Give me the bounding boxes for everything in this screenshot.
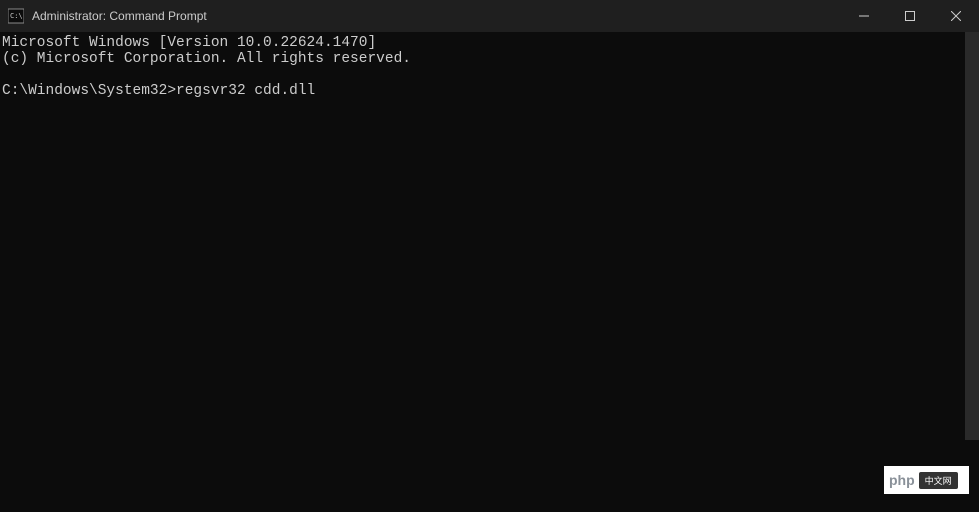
terminal-line: (c) Microsoft Corporation. All rights re… [2, 51, 411, 67]
window-title: Administrator: Command Prompt [32, 9, 841, 23]
maximize-icon [905, 11, 915, 21]
watermark-text: php [889, 472, 915, 488]
terminal-output[interactable]: Microsoft Windows [Version 10.0.22624.14… [0, 32, 979, 512]
watermark-badge: php 中文网 [884, 466, 969, 494]
command-prompt-window: C:\ Administrator: Command Prompt [0, 0, 979, 512]
command-input: regsvr32 cdd.dll [176, 83, 315, 99]
terminal-line: Microsoft Windows [Version 10.0.22624.14… [2, 35, 376, 51]
scrollbar-thumb[interactable] [965, 32, 979, 440]
minimize-icon [859, 11, 869, 21]
close-button[interactable] [933, 0, 979, 32]
maximize-button[interactable] [887, 0, 933, 32]
watermark-label: 中文网 [919, 472, 958, 489]
close-icon [951, 11, 961, 21]
cmd-icon: C:\ [8, 8, 24, 24]
vertical-scrollbar[interactable] [965, 32, 979, 512]
minimize-button[interactable] [841, 0, 887, 32]
window-controls [841, 0, 979, 32]
titlebar[interactable]: C:\ Administrator: Command Prompt [0, 0, 979, 32]
svg-text:C:\: C:\ [10, 12, 23, 20]
prompt-path: C:\Windows\System32> [2, 83, 176, 99]
